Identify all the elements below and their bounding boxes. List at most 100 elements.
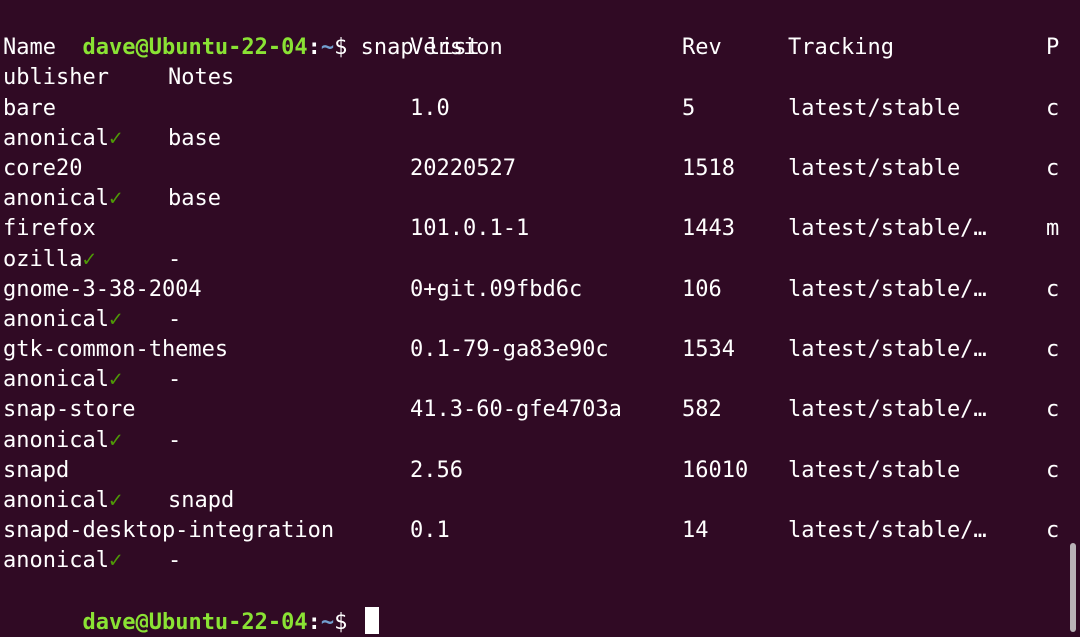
snap-tracking: latest/stable — [788, 155, 961, 181]
snap-publisher-tail: anonical✓ — [3, 305, 122, 335]
verified-check-icon: ✓ — [108, 427, 123, 453]
table-row-wrap: anonical✓ - — [3, 365, 1061, 395]
current-prompt-line[interactable]: dave@Ubuntu-22-04:~$ — [3, 577, 1061, 635]
command-line: dave@Ubuntu-22-04:~$ snap list — [3, 3, 1061, 60]
snap-version: 20220527 — [410, 155, 516, 181]
snap-notes: - — [168, 548, 182, 574]
snap-name: core20 — [3, 155, 83, 181]
snap-rev: 16010 — [682, 457, 749, 483]
snap-name: snapd — [3, 457, 70, 483]
verified-check-icon: ✓ — [108, 367, 123, 393]
snap-tracking: latest/stable/… — [788, 216, 987, 242]
snap-publisher-head: c — [1046, 155, 1060, 181]
snap-publisher-tail: anonical✓ — [3, 486, 122, 516]
publisher-text: anonical — [3, 548, 109, 574]
table-row: firefox 101.0.1-1 1443 latest/stable/… m — [3, 214, 1061, 244]
snap-version: 101.0.1-1 — [410, 216, 530, 242]
snap-version: 0.1 — [410, 518, 450, 544]
table-header-row: Name Version Rev Tracking P — [3, 33, 1061, 63]
snap-version: 1.0 — [410, 95, 450, 121]
header-name: Name — [3, 35, 56, 61]
table-row-wrap: ozilla✓ - — [3, 245, 1061, 275]
verified-check-icon: ✓ — [108, 125, 123, 151]
snap-rev: 1443 — [682, 216, 735, 242]
table-row-wrap: anonical✓ - — [3, 426, 1061, 456]
table-row-wrap: anonical✓ base — [3, 184, 1061, 214]
snap-tracking: latest/stable/… — [788, 518, 987, 544]
snap-publisher-head: c — [1046, 337, 1060, 363]
header-publisher-tail: ublisher — [3, 65, 109, 91]
prompt-separator: : — [307, 609, 321, 635]
snap-name: gnome-3-38-2004 — [3, 276, 202, 302]
verified-check-icon: ✓ — [108, 306, 123, 332]
publisher-text: anonical — [3, 427, 109, 453]
snap-rev: 1534 — [682, 337, 735, 363]
snap-notes: - — [168, 427, 182, 453]
header-tracking: Tracking — [788, 35, 894, 61]
snap-publisher-head: m — [1046, 216, 1060, 242]
table-header-row-wrap: ublisher Notes — [3, 63, 1061, 93]
snap-version: 0.1-79-ga83e90c — [410, 337, 609, 363]
publisher-text: anonical — [3, 125, 109, 151]
verified-check-icon: ✓ — [82, 246, 96, 272]
table-row-wrap: anonical✓ - — [3, 305, 1061, 335]
snap-publisher-tail: anonical✓ — [3, 546, 122, 576]
snap-publisher-head: c — [1046, 276, 1060, 302]
table-row: snapd 2.56 16010 latest/stable c — [3, 456, 1061, 486]
snap-notes: snapd — [168, 488, 235, 513]
header-notes: Notes — [168, 65, 235, 91]
table-row-wrap: anonical✓ base — [3, 124, 1061, 154]
snap-rev: 106 — [682, 276, 722, 302]
snap-version: 0+git.09fbd6c — [410, 276, 583, 302]
snap-rev: 582 — [682, 397, 722, 423]
scrollbar-thumb[interactable] — [1070, 543, 1076, 632]
snap-name: gtk-common-themes — [3, 337, 229, 363]
header-version: Version — [410, 35, 503, 61]
snap-tracking: latest/stable/… — [788, 397, 987, 423]
publisher-text: ozilla — [3, 246, 83, 272]
vertical-scrollbar[interactable] — [1066, 0, 1080, 637]
snap-name: snap-store — [3, 397, 136, 423]
snap-publisher-tail: anonical✓ — [3, 365, 122, 395]
snap-publisher-tail: ozilla✓ — [3, 245, 96, 275]
snap-notes: - — [168, 367, 182, 393]
snap-publisher-head: c — [1046, 95, 1060, 121]
snap-publisher-head: c — [1046, 397, 1060, 423]
prompt-user-host: dave@Ubuntu-22-04 — [82, 609, 308, 635]
snap-notes: base — [168, 125, 221, 151]
snap-rev: 5 — [682, 95, 696, 121]
table-row: gtk-common-themes 0.1-79-ga83e90c 1534 l… — [3, 335, 1061, 365]
snap-notes: - — [168, 306, 182, 332]
snap-tracking: latest/stable — [788, 457, 961, 483]
text-cursor[interactable] — [364, 606, 379, 634]
terminal-window[interactable]: dave@Ubuntu-22-04:~$ snap list Name Vers… — [0, 0, 1080, 637]
table-row: snap-store 41.3-60-gfe4703a 582 latest/s… — [3, 395, 1061, 425]
table-row: core20 20220527 1518 latest/stable c — [3, 154, 1061, 184]
snap-tracking: latest/stable/… — [788, 337, 987, 363]
snap-publisher-head: c — [1046, 518, 1060, 544]
table-row: snapd-desktop-integration 0.1 14 latest/… — [3, 516, 1061, 546]
prompt-path: ~ — [320, 609, 335, 635]
verified-check-icon: ✓ — [108, 186, 123, 212]
header-publisher-head: P — [1046, 35, 1060, 61]
snap-rev: 1518 — [682, 155, 735, 181]
snap-notes: - — [168, 246, 182, 272]
snap-rev: 14 — [682, 518, 709, 544]
terminal-output: dave@Ubuntu-22-04:~$ snap list Name Vers… — [3, 3, 1061, 635]
snap-publisher-tail: anonical✓ — [3, 124, 122, 154]
publisher-text: anonical — [3, 488, 109, 513]
snap-name: firefox — [3, 216, 96, 242]
snap-notes: base — [168, 186, 221, 212]
publisher-text: anonical — [3, 367, 109, 393]
table-row: gnome-3-38-2004 0+git.09fbd6c 106 latest… — [3, 275, 1061, 305]
publisher-text: anonical — [3, 306, 109, 332]
snap-version: 41.3-60-gfe4703a — [410, 397, 622, 423]
snap-name: bare — [3, 95, 56, 121]
publisher-text: anonical — [3, 186, 109, 212]
table-row: bare 1.0 5 latest/stable c — [3, 94, 1061, 124]
header-rev: Rev — [682, 35, 722, 61]
snap-tracking: latest/stable/… — [788, 276, 987, 302]
snap-tracking: latest/stable — [788, 95, 961, 121]
verified-check-icon: ✓ — [108, 548, 123, 574]
snap-publisher-head: c — [1046, 457, 1060, 483]
